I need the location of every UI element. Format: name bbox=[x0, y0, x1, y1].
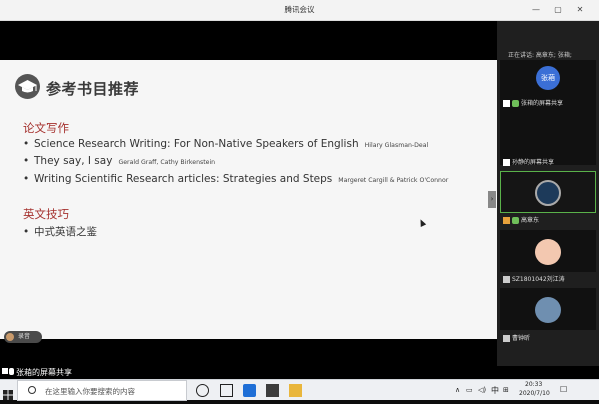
cortana-icon[interactable] bbox=[196, 384, 209, 397]
section-heading-skills: 英文技巧 bbox=[23, 207, 69, 221]
book-title: Science Research Writing: For Non-Native… bbox=[34, 138, 359, 150]
book-author: Gerald Graff, Cathy Birkenstein bbox=[118, 159, 216, 166]
tray-chevron-icon[interactable]: ∧ bbox=[455, 386, 460, 394]
participant-avatar-icon bbox=[6, 333, 14, 341]
taskbar-search-box[interactable]: 在这里输入你要搜索的内容 bbox=[17, 380, 187, 401]
search-placeholder: 在这里输入你要搜索的内容 bbox=[45, 387, 135, 396]
share-status-text: 张葙的屏幕共享 bbox=[16, 368, 72, 377]
avatar bbox=[535, 239, 561, 265]
microphone-icon bbox=[512, 217, 519, 224]
list-item: • Science Research Writing: For Non-Nativ… bbox=[23, 138, 429, 150]
book-author: Margeret Cargill & Patrick O'Connor bbox=[338, 177, 449, 184]
maximize-icon[interactable]: ▢ bbox=[551, 3, 565, 17]
app-icon[interactable] bbox=[266, 384, 279, 397]
keyboard-icon[interactable]: ⊞ bbox=[503, 386, 509, 394]
file-explorer-icon[interactable] bbox=[289, 384, 302, 397]
recording-badge-label: 录音 bbox=[18, 333, 31, 340]
participant-label: SZ1801042刘江涛 bbox=[500, 274, 596, 285]
collapse-panel-button[interactable]: › bbox=[488, 191, 496, 208]
close-icon[interactable]: ✕ bbox=[573, 3, 587, 17]
volume-icon[interactable]: ◁) bbox=[478, 386, 486, 394]
window-title: 腾讯会议 bbox=[284, 5, 315, 14]
book-author: Hilary Glasman-Deal bbox=[364, 142, 429, 149]
participant-label: 曹钟昕 bbox=[500, 333, 596, 344]
tencent-meeting-icon[interactable] bbox=[243, 384, 256, 397]
section-heading-writing: 论文写作 bbox=[23, 121, 69, 135]
screen-share-status-bar: 张葙的屏幕共享 bbox=[0, 366, 599, 379]
avatar bbox=[535, 297, 561, 323]
list-item: • Writing Scientific Research articles: S… bbox=[23, 173, 449, 185]
search-icon bbox=[28, 386, 36, 394]
ime-indicator[interactable]: 中 bbox=[491, 385, 499, 396]
microphone-muted-icon bbox=[503, 276, 510, 283]
presentation-slide: 参考书目推荐 论文写作 • Science Research Writing: F… bbox=[0, 60, 497, 339]
book-title: 中式英语之鉴 bbox=[34, 226, 97, 238]
book-title: Writing Scientific Research articles: St… bbox=[34, 173, 333, 185]
participant-label: 高章东 bbox=[500, 215, 596, 226]
screen-share-icon bbox=[503, 100, 510, 107]
participant-label: 孙静的屏幕共享 bbox=[500, 157, 596, 168]
speaking-indicator: 正在讲话: 高章东; 张葙; bbox=[508, 52, 572, 59]
host-icon bbox=[503, 217, 510, 224]
windows-taskbar: 在这里输入你要搜索的内容 ∧ ▭ ◁) 中 ⊞ 20:33 2020/7/10 … bbox=[0, 379, 599, 401]
slide-title: 参考书目推荐 bbox=[46, 80, 140, 98]
minimize-icon[interactable]: — bbox=[529, 3, 543, 17]
microphone-icon bbox=[512, 100, 519, 107]
participant-label: 张葙的屏幕共享 bbox=[500, 98, 596, 109]
avatar: 张葙 bbox=[536, 66, 560, 90]
clock-date[interactable]: 2020/7/10 bbox=[519, 390, 550, 397]
screen-share-icon bbox=[2, 368, 8, 374]
mouse-cursor-icon bbox=[417, 218, 427, 227]
task-view-icon[interactable] bbox=[220, 384, 233, 397]
book-title: They say, I say bbox=[34, 155, 113, 167]
graduation-cap-icon bbox=[15, 74, 40, 99]
windows-start-icon[interactable] bbox=[3, 385, 13, 400]
avatar bbox=[535, 180, 561, 206]
notification-icon[interactable]: ☐ bbox=[560, 385, 567, 394]
microphone-icon bbox=[9, 368, 14, 375]
title-bar: 腾讯会议 — ▢ ✕ bbox=[0, 0, 599, 21]
network-icon[interactable]: ▭ bbox=[466, 386, 473, 394]
list-item: • They say, I say Gerald Graff, Cathy Birk… bbox=[23, 155, 216, 167]
clock-time[interactable]: 20:33 bbox=[525, 381, 542, 388]
screen-share-icon bbox=[503, 159, 510, 166]
list-item: • 中式英语之鉴 bbox=[23, 226, 97, 238]
microphone-muted-icon bbox=[503, 335, 510, 342]
